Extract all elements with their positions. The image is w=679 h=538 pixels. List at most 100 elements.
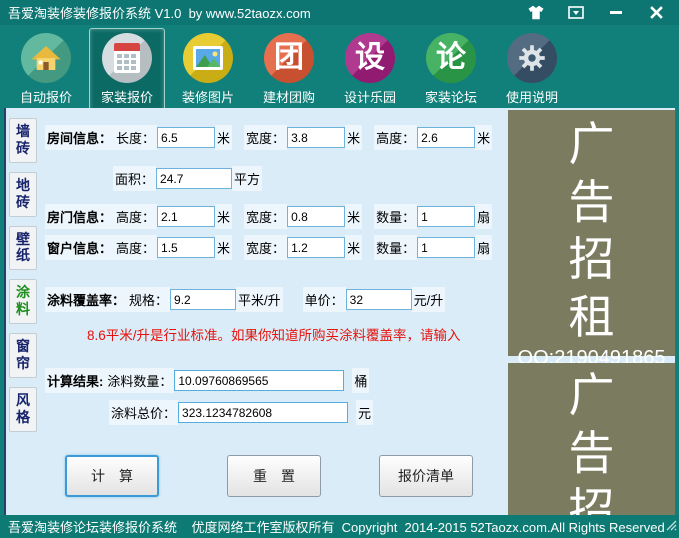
minimize-button[interactable]: [605, 4, 627, 22]
ad-line1: 广告: [568, 369, 641, 479]
toolbar-label: 家装报价: [100, 90, 153, 105]
toolbar-button-decor-pictures[interactable]: 装修图片: [170, 28, 246, 112]
window-title: 吾爱淘装修装修报价系统 V1.0 by www.52taozx.com: [8, 6, 311, 21]
window-info-section-label: 窗户信息：: [45, 235, 115, 260]
paint-quantity-input[interactable]: [174, 370, 345, 391]
toolbar-label: 设计乐园: [343, 90, 396, 105]
calculator-icon: [102, 33, 152, 83]
toolbar-button-group-buy[interactable]: 团 建材团购: [251, 28, 327, 112]
sidebar-tab-paint[interactable]: 涂料: [9, 279, 37, 325]
sidebar-tab-floor-tile[interactable]: 地砖: [9, 171, 37, 217]
window-count-unit: 扇: [475, 235, 493, 260]
titlebar: 吾爱淘装修装修报价系统 V1.0 by www.52taozx.com: [0, 0, 679, 25]
window-width-label: 宽度：: [244, 235, 288, 260]
sidebar-tabs: 墙砖 地砖 壁纸 涂料 窗帘 风格: [4, 108, 39, 515]
width-label: 宽度：: [244, 125, 288, 150]
result-section-label: 计算结果:: [45, 368, 106, 393]
door-height-label: 高度：: [114, 204, 158, 229]
door-width-unit: 米: [345, 204, 363, 229]
coverage-standard-tip: 8.6平米/升是行业标准。如果你知道所购买涂料覆盖率，请输入: [87, 328, 461, 343]
house-icon: [21, 33, 71, 83]
sidebar-tab-curtain[interactable]: 窗帘: [9, 333, 37, 378]
ad-line1: 广告: [568, 118, 641, 228]
door-count-input[interactable]: [417, 206, 476, 227]
ad-panel-bottom[interactable]: 广告 招租 QQ:2190491865: [508, 363, 675, 538]
door-info-section-label: 房门信息：: [45, 204, 115, 229]
length-unit: 米: [215, 125, 233, 150]
window-count-label: 数量：: [374, 235, 418, 260]
forum-glyph-icon: 论: [426, 33, 476, 83]
window-height-unit: 米: [215, 235, 233, 260]
close-button[interactable]: [645, 4, 667, 22]
length-input[interactable]: [157, 127, 216, 148]
door-width-input[interactable]: [287, 206, 346, 227]
quote-list-button[interactable]: 报价清单: [379, 455, 473, 497]
gear-icon: [507, 33, 557, 83]
paint-total-input[interactable]: [178, 402, 349, 423]
design-glyph-icon: 设: [345, 33, 395, 83]
height-input[interactable]: [417, 127, 476, 148]
toolbar-button-auto-quote[interactable]: 自动报价: [8, 28, 84, 112]
height-label: 高度：: [374, 125, 418, 150]
area-input[interactable]: [156, 168, 233, 189]
toolbar-button-design-park[interactable]: 设 设计乐园: [332, 28, 408, 112]
toolbar-label: 使用说明: [505, 90, 558, 105]
unit-price-unit: 元/升: [411, 287, 446, 312]
sidebar-tab-wall-tile[interactable]: 墙砖: [9, 118, 37, 163]
width-input[interactable]: [287, 127, 346, 148]
window-menu-button[interactable]: [565, 4, 587, 22]
toolbar-label: 装修图片: [181, 90, 234, 105]
resize-grip[interactable]: [665, 518, 677, 536]
spec-unit: 平米/升: [236, 287, 283, 312]
toolbar-button-home-quote[interactable]: 家装报价: [89, 28, 165, 112]
window-height-label: 高度：: [114, 235, 158, 260]
toolbar-label: 家装论坛: [424, 90, 477, 105]
unit-price-input[interactable]: [345, 289, 412, 310]
door-info-row: 房门信息： 高度： 米 宽度： 米 数量： 扇: [45, 204, 504, 229]
minimize-icon: [610, 10, 622, 14]
toolbar-label: 建材团购: [262, 90, 315, 105]
window-width-input[interactable]: [287, 237, 346, 258]
calculate-button[interactable]: 计 算: [65, 455, 159, 497]
window-height-input[interactable]: [157, 237, 216, 258]
sidebar-tab-wallpaper[interactable]: 壁纸: [9, 225, 37, 271]
door-count-label: 数量：: [374, 204, 418, 229]
window-menu-icon: [568, 6, 584, 19]
statusbar: 吾爱淘装修论坛装修报价系统 优度网络工作室版权所有 Copyright 2014…: [0, 515, 679, 538]
window-info-row: 窗户信息： 高度： 米 宽度： 米 数量： 扇: [45, 235, 504, 260]
door-height-input[interactable]: [157, 206, 216, 227]
sidebar-tab-style[interactable]: 风格: [9, 386, 37, 432]
coverage-spec-input[interactable]: [170, 289, 237, 310]
window-count-input[interactable]: [417, 237, 476, 258]
shirt-icon: [528, 5, 544, 20]
tuan-glyph-icon: 团: [264, 33, 314, 83]
window-width-unit: 米: [345, 235, 363, 260]
paint-total-unit: 元: [356, 400, 374, 425]
unit-price-label: 单价：: [302, 287, 346, 312]
statusbar-text: 吾爱淘装修论坛装修报价系统 优度网络工作室版权所有 Copyright 2014…: [8, 520, 665, 535]
app-window: 吾爱淘装修装修报价系统 V1.0 by www.52taozx.com 自动报价: [0, 0, 679, 538]
area-row: 面积： 平方: [113, 166, 263, 191]
paint-quantity-label: 涂料数量：: [105, 368, 175, 393]
toolbar: 自动报价 家装报价 装修图片 团 建材团购 设 设计乐园 论 家装论坛 使用说明: [0, 25, 679, 112]
paint-total-label: 涂料总价：: [109, 400, 179, 425]
ad-line2: 招租: [568, 233, 641, 343]
height-unit: 米: [475, 125, 493, 150]
skin-button[interactable]: [525, 4, 547, 22]
area-label: 面积：: [113, 166, 157, 191]
spec-label: 规格：: [127, 287, 171, 312]
coverage-row: 涂料覆盖率： 规格： 平米/升 单价： 元/升: [45, 287, 457, 312]
door-count-unit: 扇: [475, 204, 493, 229]
picture-icon: [183, 33, 233, 83]
result-quantity-row: 计算结果: 涂料数量： 桶: [45, 368, 370, 393]
toolbar-button-forum[interactable]: 论 家装论坛: [413, 28, 489, 112]
door-height-unit: 米: [215, 204, 233, 229]
paint-form: 房间信息： 长度： 米 宽度： 米 高度： 米 面积： 平方 房门信息： 高度： 米 宽…: [39, 108, 504, 515]
reset-button[interactable]: 重 置: [227, 455, 321, 497]
length-label: 长度：: [114, 125, 158, 150]
ad-panel-top[interactable]: 广告 招租 QQ:2190491865: [508, 110, 675, 456]
width-unit: 米: [345, 125, 363, 150]
paint-quantity-unit: 桶: [352, 368, 370, 393]
area-unit: 平方: [232, 166, 263, 191]
toolbar-button-help[interactable]: 使用说明: [494, 28, 570, 112]
